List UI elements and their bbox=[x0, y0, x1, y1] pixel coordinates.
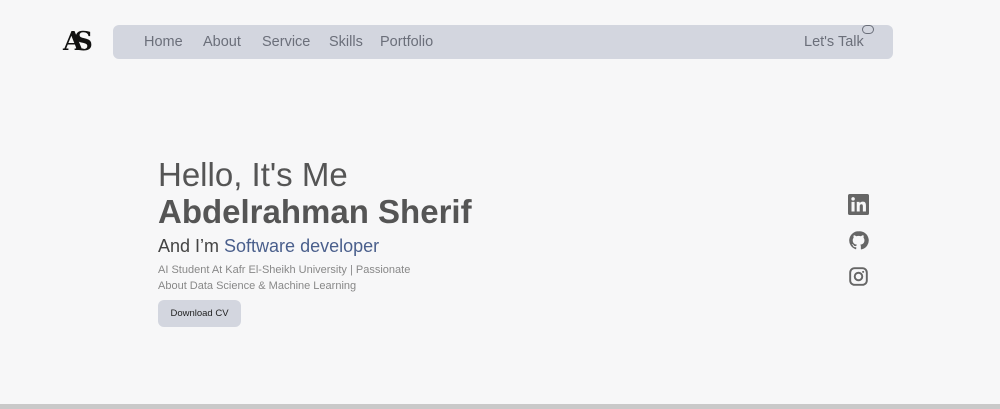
description: AI Student At Kafr El-Sheikh University … bbox=[158, 262, 410, 294]
horizontal-scrollbar[interactable] bbox=[0, 404, 1000, 409]
navbar: Home About Service Skills Portfolio Let'… bbox=[113, 25, 893, 59]
chat-bubble-icon bbox=[862, 25, 874, 34]
logo[interactable]: AS bbox=[63, 27, 93, 57]
github-icon[interactable] bbox=[848, 230, 869, 251]
lets-talk-link[interactable]: Let's Talk bbox=[804, 34, 864, 50]
linkedin-icon[interactable] bbox=[848, 194, 869, 215]
role-text: Software developer bbox=[224, 236, 380, 256]
hero-name: Abdelrahman Sherif bbox=[158, 193, 472, 230]
nav-portfolio[interactable]: Portfolio bbox=[380, 34, 433, 50]
role-prefix: And I’m bbox=[158, 236, 225, 256]
nav-skills[interactable]: Skills bbox=[329, 34, 363, 50]
role-line: And I’m Software developer bbox=[158, 236, 379, 257]
nav-service[interactable]: Service bbox=[262, 34, 310, 50]
download-cv-button[interactable]: Download CV bbox=[158, 300, 241, 327]
instagram-icon[interactable] bbox=[848, 266, 869, 287]
description-line: About Data Science & Machine Learning bbox=[158, 280, 357, 292]
nav-about[interactable]: About bbox=[203, 34, 241, 50]
description-line: AI Student At Kafr El-Sheikh University … bbox=[158, 264, 411, 276]
nav-home[interactable]: Home bbox=[144, 34, 183, 50]
greeting: Hello, It's Me bbox=[158, 156, 348, 193]
